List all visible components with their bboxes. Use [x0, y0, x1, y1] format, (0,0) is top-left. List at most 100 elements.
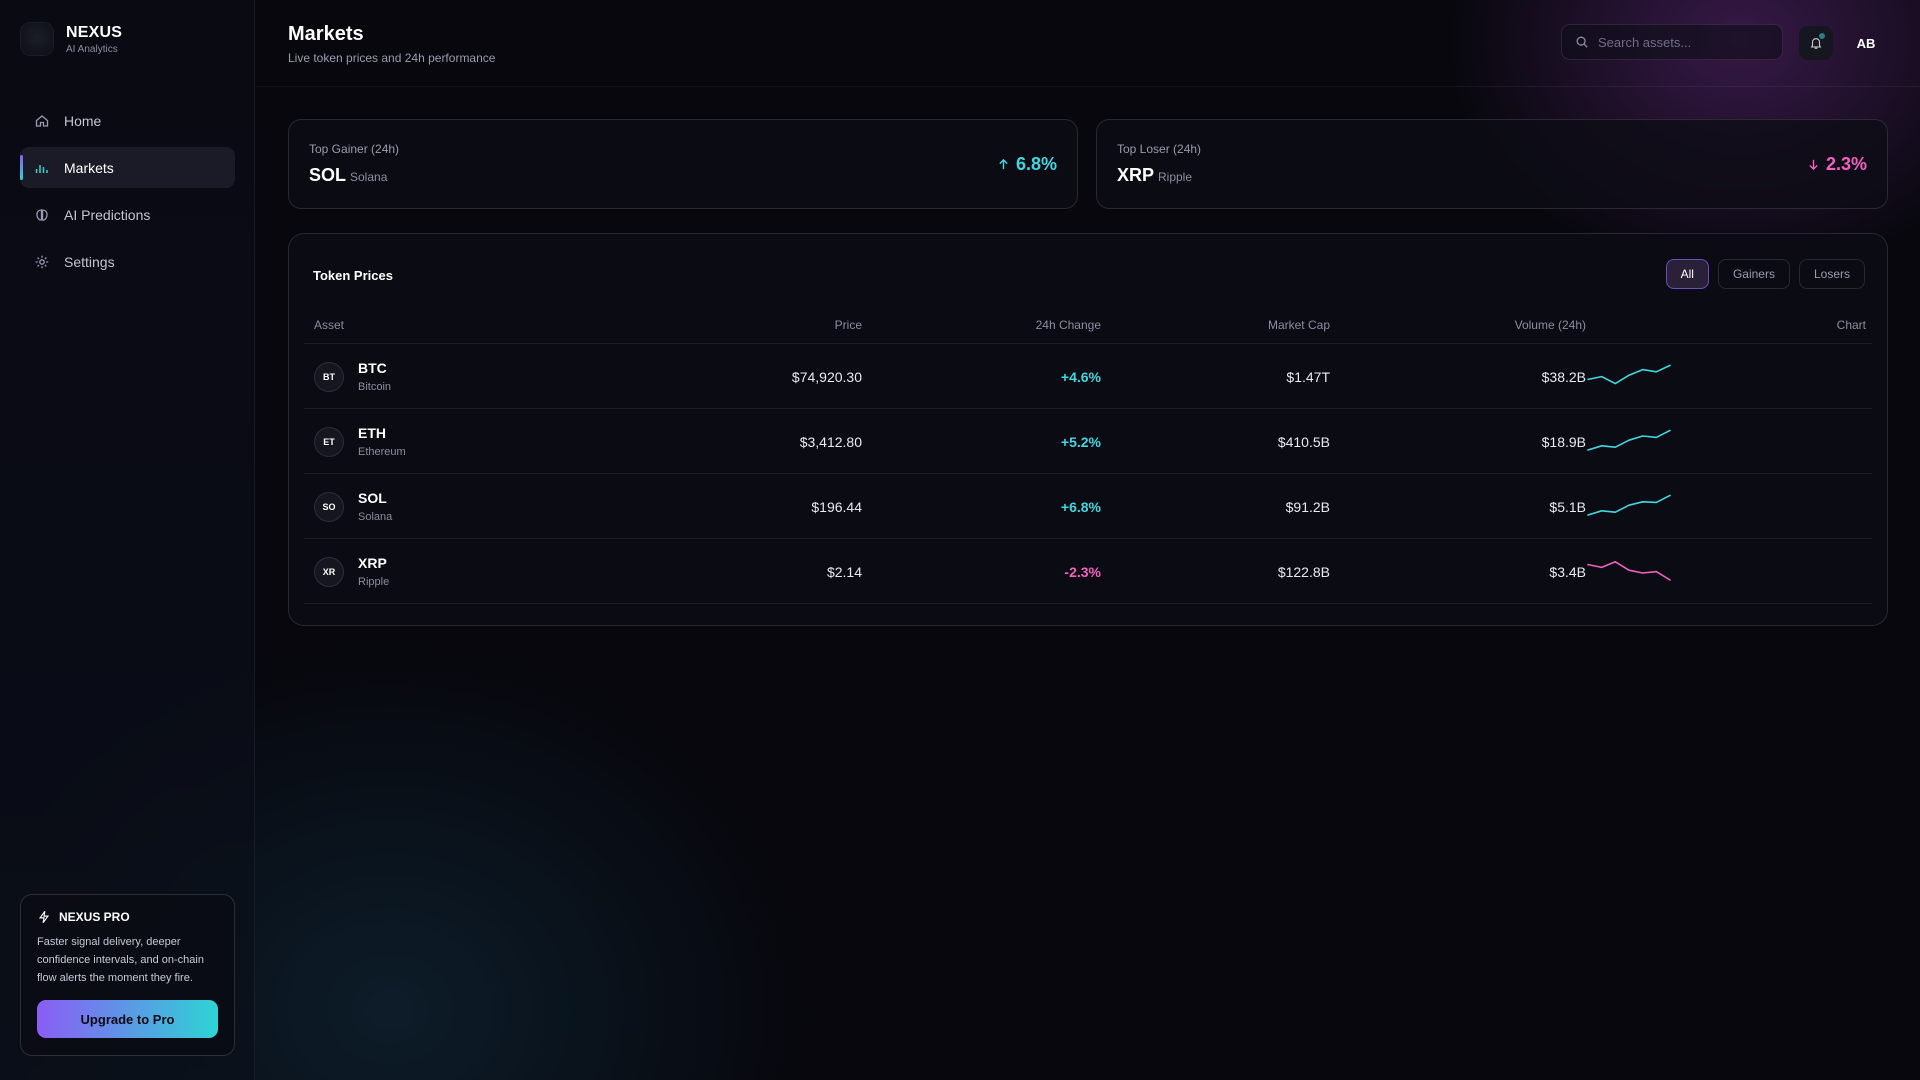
sparkline-line — [1587, 561, 1671, 581]
top-loser-card[interactable]: Top Loser (24h) XRP Ripple 2.3% — [1096, 119, 1888, 209]
sparkline-eth — [1587, 429, 1671, 451]
coin-symbol: XRP — [358, 555, 387, 571]
change-cell: +6.8% — [1060, 499, 1101, 515]
coin-symbol: BTC — [358, 360, 387, 376]
sidebar-item-ai-predictions[interactable]: AI Predictions — [20, 194, 235, 235]
sidebar-item-markets[interactable]: Markets — [20, 147, 235, 188]
coin-icon: ET — [314, 427, 344, 457]
brand-logo — [20, 22, 54, 56]
top-loser-change-value: 2.3% — [1825, 154, 1867, 174]
sparkline-btc — [1587, 364, 1671, 385]
sparkline-line — [1587, 364, 1671, 385]
pro-description: Faster signal delivery, deeper confidenc… — [37, 936, 204, 984]
filter-losers-button[interactable]: Losers — [1798, 259, 1865, 289]
coin-name: Ethereum — [358, 446, 406, 458]
volume-cell: $5.1B — [1549, 499, 1586, 515]
top-gainer-change-value: 6.8% — [1015, 154, 1057, 174]
coin-symbol: ETH — [358, 425, 386, 441]
upgrade-button[interactable]: Upgrade to Pro — [37, 1000, 218, 1038]
top-loser-symbol: XRP — [1117, 165, 1155, 185]
pro-promo-card: NEXUS PRO Faster signal delivery, deeper… — [20, 894, 235, 1056]
sparkline-line — [1587, 429, 1671, 451]
notification-dot — [1818, 32, 1826, 40]
market-cap-cell: $1.47T — [1286, 369, 1330, 385]
price-cell: $74,920.30 — [791, 369, 862, 385]
table-title: Token Prices — [313, 268, 393, 283]
column-header-market-cap[interactable]: Market Cap — [1268, 318, 1330, 332]
search-box[interactable] — [1561, 24, 1783, 60]
coin-name: Solana — [358, 511, 393, 523]
token-prices-card: Token Prices All Gainers Losers Asset Pr… — [288, 233, 1888, 626]
coin-symbol: SOL — [358, 490, 387, 506]
sparkline-xrp — [1587, 561, 1671, 581]
change-cell: -2.3% — [1064, 564, 1101, 580]
coin-icon: BT — [314, 362, 344, 392]
top-gainer-symbol: SOL — [309, 165, 347, 185]
pro-title: NEXUS PRO — [37, 910, 218, 924]
volume-cell: $3.4B — [1549, 564, 1586, 580]
search-icon — [1576, 36, 1588, 48]
column-header-price[interactable]: Price — [835, 318, 862, 332]
page-header: Markets Live token prices and 24h perfor… — [256, 0, 1920, 87]
sidebar-item-settings[interactable]: Settings — [20, 241, 235, 282]
table-row-xrp[interactable]: XR XRP Ripple $2.14 -2.3% $122.8B $3.4B — [304, 539, 1872, 604]
coin-icon: XR — [314, 557, 344, 587]
lightning-icon — [38, 910, 50, 924]
sidebar-item-label: Settings — [64, 253, 115, 270]
market-cap-cell: $122.8B — [1277, 564, 1330, 580]
change-cell: +5.2% — [1060, 434, 1101, 450]
arrow-down-icon — [1809, 159, 1818, 171]
sidebar-nav: Home Markets AI Predictions Settings — [20, 100, 235, 288]
brand-name: NEXUS — [66, 23, 123, 41]
column-header-change[interactable]: 24h Change — [1036, 318, 1101, 332]
arrow-up-icon — [999, 158, 1008, 170]
market-cap-cell: $410.5B — [1277, 434, 1330, 450]
change-cell: +4.6% — [1060, 369, 1101, 385]
price-cell: $3,412.80 — [799, 434, 862, 450]
volume-cell: $18.9B — [1541, 434, 1586, 450]
pro-title-text: NEXUS PRO — [59, 910, 130, 924]
sidebar-item-label: Markets — [64, 159, 114, 176]
price-cell: $2.14 — [826, 564, 862, 580]
brand[interactable]: NEXUS AI Analytics — [20, 22, 122, 56]
avatar[interactable]: AB — [1849, 26, 1883, 60]
price-cell: $196.44 — [811, 499, 862, 515]
volume-cell: $38.2B — [1541, 369, 1586, 385]
top-loser-label: Top Loser (24h) — [1117, 142, 1202, 156]
filter-all-button[interactable]: All — [1665, 259, 1709, 289]
sidebar-item-label: AI Predictions — [64, 206, 151, 223]
table-row-sol[interactable]: SO SOL Solana $196.44 +6.8% $91.2B $5.1B — [304, 474, 1872, 539]
coin-name: Bitcoin — [358, 381, 392, 393]
market-cap-cell: $91.2B — [1285, 499, 1330, 515]
table-row-eth[interactable]: ET ETH Ethereum $3,412.80 +5.2% $410.5B … — [304, 409, 1872, 474]
top-gainer-label: Top Gainer (24h) — [309, 142, 400, 156]
sidebar-item-home[interactable]: Home — [20, 100, 235, 141]
column-header-asset[interactable]: Asset — [314, 318, 344, 332]
home-icon — [35, 114, 49, 127]
brand-subtitle: AI Analytics — [66, 43, 118, 55]
sparkline-sol — [1587, 494, 1671, 516]
column-header-chart: Chart — [1836, 318, 1866, 332]
table-row-btc[interactable]: BT BTC Bitcoin $74,920.30 +4.6% $1.47T $… — [304, 344, 1872, 409]
page-subtitle: Live token prices and 24h performance — [288, 51, 496, 65]
top-loser-name: Ripple — [1158, 170, 1193, 184]
top-gainer-change: 6.8% — [997, 154, 1057, 175]
search-input[interactable] — [1598, 34, 1768, 50]
coin-name: Ripple — [358, 576, 390, 588]
coin-icon: SO — [314, 492, 344, 522]
table-header: Asset Price 24h Change Market Cap Volume… — [304, 304, 1872, 344]
page-title: Markets — [288, 23, 364, 45]
sparkline-line — [1587, 494, 1671, 516]
filter-gainers-button[interactable]: Gainers — [1717, 259, 1790, 289]
brain-icon — [36, 208, 48, 221]
sidebar: NEXUS AI Analytics Home Markets AI Predi… — [0, 0, 255, 1080]
column-header-volume[interactable]: Volume (24h) — [1515, 318, 1586, 332]
top-loser-change: 2.3% — [1807, 154, 1867, 175]
sidebar-item-label: Home — [64, 112, 102, 129]
top-gainer-card[interactable]: Top Gainer (24h) SOL Solana 6.8% — [288, 119, 1078, 209]
top-gainer-name: Solana — [350, 170, 388, 184]
bar-chart-icon — [35, 164, 48, 173]
filter-group: All Gainers Losers — [1665, 259, 1865, 289]
gear-icon — [35, 255, 49, 268]
notifications-button[interactable] — [1799, 26, 1833, 60]
